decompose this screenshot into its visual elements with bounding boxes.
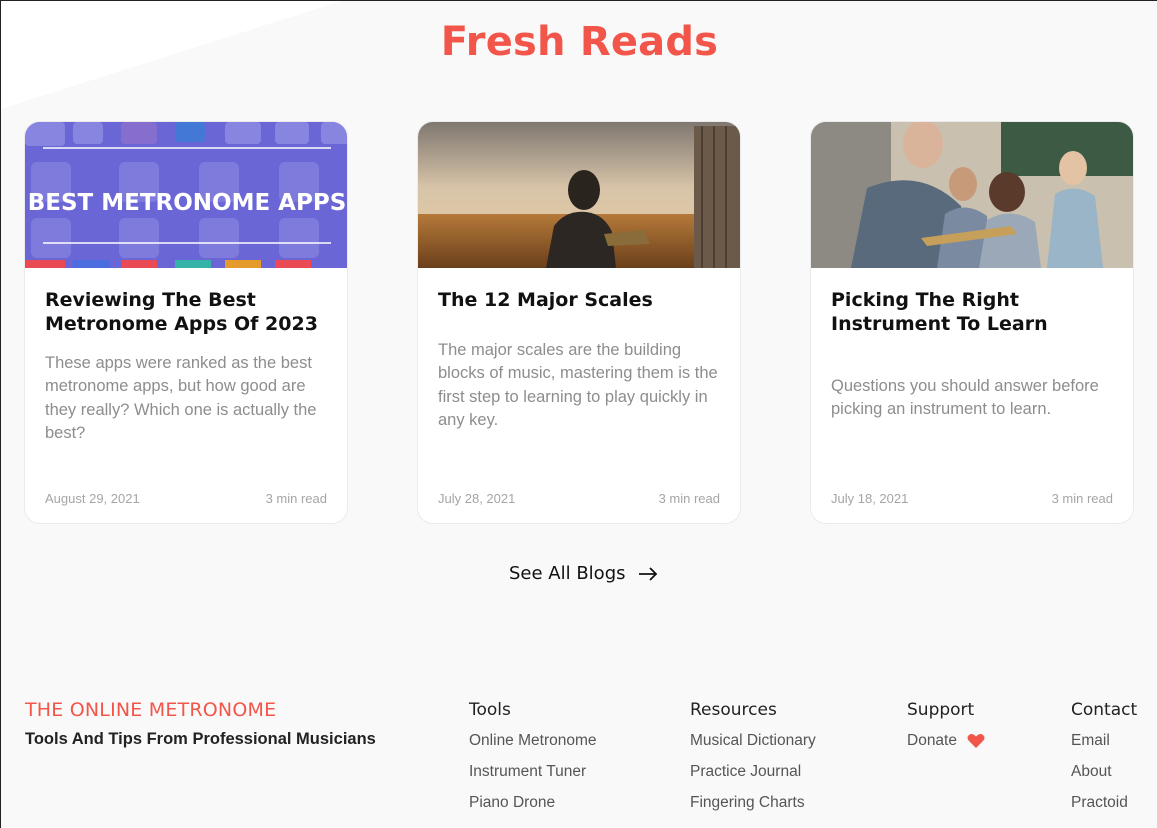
footer-link-practice-journal[interactable]: Practice Journal [690, 762, 816, 793]
card-date: August 29, 2021 [45, 491, 140, 506]
card-read-time: 3 min read [1051, 491, 1113, 506]
card-date: July 18, 2021 [831, 491, 909, 506]
card-title[interactable]: Reviewing The Best Metronome Apps Of 202… [45, 288, 329, 336]
footer-column-contact: Contact Email About Practoid [1071, 700, 1137, 824]
see-all-blogs-link[interactable]: See All Blogs [509, 563, 658, 584]
footer-link-online-metronome[interactable]: Online Metronome [469, 731, 597, 762]
heart-icon [967, 733, 985, 748]
card-image-trumpet-field [418, 122, 740, 268]
card-image-caption: BEST METRONOME APPS [28, 190, 347, 216]
footer-column-tools: Tools Online Metronome Instrument Tuner … [469, 700, 597, 824]
donate-label: Donate [907, 732, 957, 749]
arrow-right-icon [638, 566, 657, 581]
footer-column-resources: Resources Musical Dictionary Practice Jo… [690, 700, 816, 824]
section-title: Fresh Reads [440, 19, 719, 65]
footer-tagline: Tools And Tips From Professional Musicia… [25, 730, 376, 748]
blog-card-metronome-apps[interactable]: BEST METRONOME APPS Reviewing The Best M… [24, 121, 348, 524]
blog-card-right-instrument[interactable]: Picking The Right Instrument To Learn Qu… [810, 121, 1134, 524]
card-image-metronome-apps: BEST METRONOME APPS [25, 122, 347, 268]
footer-link-musical-dictionary[interactable]: Musical Dictionary [690, 731, 816, 762]
footer-link-instrument-tuner[interactable]: Instrument Tuner [469, 762, 597, 793]
card-description: These apps were ranked as the best metro… [45, 354, 317, 442]
footer-link-about[interactable]: About [1071, 762, 1137, 793]
footer-heading: Tools [469, 700, 511, 720]
footer-heading: Resources [690, 700, 777, 720]
footer-link-piano-drone[interactable]: Piano Drone [469, 793, 597, 824]
footer-heading: Contact [1071, 700, 1138, 720]
card-date: July 28, 2021 [438, 491, 516, 506]
card-image-classroom [811, 122, 1133, 268]
see-all-label: See All Blogs [509, 563, 626, 584]
card-description: Questions you should answer before picki… [831, 377, 1099, 419]
footer-column-support: Support Donate [907, 700, 985, 762]
footer-heading: Support [907, 700, 975, 720]
footer-link-email[interactable]: Email [1071, 731, 1137, 762]
footer-link-practoid[interactable]: Practoid [1071, 793, 1137, 824]
footer-link-fingering-charts[interactable]: Fingering Charts [690, 793, 816, 824]
card-title[interactable]: Picking The Right Instrument To Learn [831, 288, 1115, 336]
blog-card-major-scales[interactable]: The 12 Major Scales The major scales are… [417, 121, 741, 524]
card-title[interactable]: The 12 Major Scales [438, 288, 722, 312]
footer-link-donate[interactable]: Donate [907, 731, 985, 762]
card-read-time: 3 min read [265, 491, 327, 506]
footer-brand[interactable]: THE ONLINE METRONOME [25, 699, 276, 721]
card-read-time: 3 min read [658, 491, 720, 506]
card-description: The major scales are the building blocks… [438, 341, 718, 429]
